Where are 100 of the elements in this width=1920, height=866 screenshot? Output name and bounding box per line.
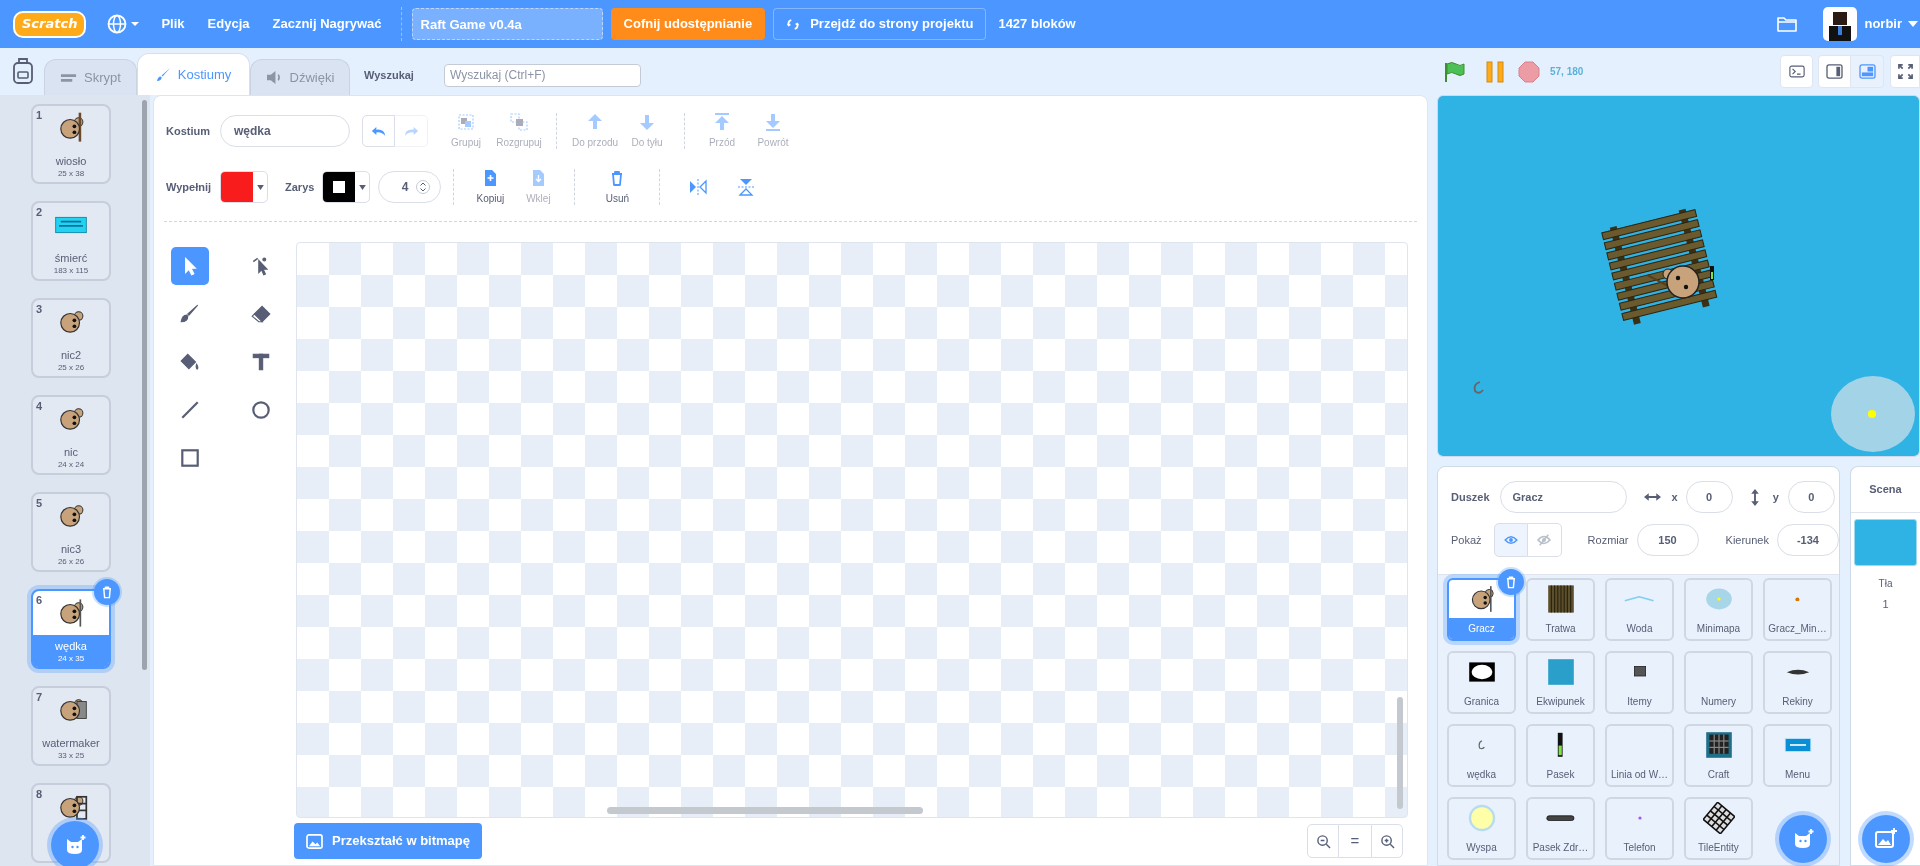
costume-tile[interactable]: 7 watermaker 33 x 25	[31, 686, 111, 766]
avatar-icon[interactable]	[1823, 7, 1858, 41]
sprite-name: Rekiny	[1782, 695, 1813, 709]
sprite-tile[interactable]: Tratwa	[1526, 578, 1595, 641]
costume-tile[interactable]: 3 nic2 25 x 26	[31, 298, 111, 378]
sprite-tile[interactable]: wędka	[1447, 724, 1516, 787]
eraser-icon	[250, 303, 272, 325]
horizontal-arrows-icon	[1643, 493, 1661, 501]
sprite-tile[interactable]: Pasek Zdr…	[1526, 797, 1595, 860]
globe-icon[interactable]	[107, 14, 142, 34]
vertical-arrows-icon	[1750, 488, 1759, 506]
search-label: Wyszukaj	[364, 67, 414, 83]
y-label: y	[1772, 489, 1779, 505]
costume-size: 25 x 26	[57, 361, 85, 373]
zoom-out-button[interactable]	[1307, 824, 1339, 858]
toolbar-button[interactable]: Usuń	[593, 168, 642, 206]
undo-button[interactable]	[362, 115, 395, 147]
sprite-tile[interactable]: Linia od W…	[1605, 724, 1674, 787]
costume-number: 4	[36, 399, 43, 414]
small-stage-icon	[1826, 64, 1843, 79]
flag-icon[interactable]	[1443, 60, 1465, 83]
sprite-tile[interactable]: Itemy	[1605, 651, 1674, 714]
fill-color-picker[interactable]	[220, 171, 269, 203]
costume-name: nic	[63, 444, 79, 459]
pause-icon[interactable]	[1485, 60, 1505, 83]
sprite-tile[interactable]: Granica	[1447, 651, 1516, 714]
dot-icon	[1637, 816, 1642, 820]
console-button[interactable]	[1780, 55, 1813, 88]
fullscreen-button[interactable]	[1890, 55, 1920, 88]
stage-size-button[interactable]	[1818, 55, 1851, 88]
sprite-name: Itemy	[1627, 695, 1652, 709]
sprite-tile[interactable]: Ekwipunek	[1526, 651, 1595, 714]
shark-icon	[1785, 668, 1810, 676]
costume-tile[interactable]: 5 nic3 26 x 26	[31, 492, 111, 572]
color-swatch	[221, 172, 254, 202]
costume-tile[interactable]: 4 nic 24 x 24	[31, 395, 111, 475]
paint-bucket-icon	[179, 351, 201, 373]
toolbar-button[interactable]: Kopiuj	[466, 168, 515, 206]
bar-icon	[1546, 814, 1575, 822]
stepper-icon[interactable]	[416, 178, 431, 196]
sprite-tile[interactable]: Telefon	[1605, 797, 1674, 860]
costume-tile[interactable]: 2 śmierć 183 x 115	[31, 201, 111, 281]
caret-icon	[256, 184, 264, 190]
costume-size: 183 x 115	[53, 264, 89, 276]
size-label: Rozmiar	[1587, 532, 1629, 548]
costume-tile[interactable]: 1 wiosło 25 x 38	[31, 104, 111, 184]
sprite-name-field[interactable]: Gracz	[1499, 481, 1627, 513]
sprite-tile[interactable]: Gracz_Min…	[1763, 578, 1832, 641]
costume-name: wiosło	[55, 153, 87, 168]
sprite-name: Gracz_Min…	[1768, 622, 1827, 636]
search-field[interactable]: Wyszukaj (Ctrl+F)	[443, 63, 641, 87]
zoom-in-button[interactable]	[1371, 824, 1403, 858]
game-stage-drawing[interactable]	[1438, 96, 1919, 456]
stop-icon[interactable]	[1518, 60, 1540, 83]
flip-horizontal-icon[interactable]	[688, 177, 709, 197]
bar-icon	[1557, 732, 1564, 758]
delete-button[interactable]	[94, 579, 120, 605]
add-sprite-button[interactable]	[1779, 815, 1827, 863]
sprite-label: Duszek	[1451, 489, 1490, 505]
sprite-name: Tratwa	[1545, 622, 1576, 636]
undo-icon	[370, 125, 387, 137]
tool-button[interactable]	[171, 247, 209, 285]
sprite-tile[interactable]: Minimapa	[1684, 578, 1753, 641]
sprite-tile[interactable]: Wyspa	[1447, 797, 1516, 860]
scrollbar[interactable]	[1397, 697, 1403, 809]
costume-name: watermaker	[42, 735, 100, 750]
sprite-tile[interactable]: Craft	[1684, 724, 1753, 787]
costume-name-field[interactable]: wędka	[220, 115, 350, 147]
sprite-name: Wyspa	[1466, 841, 1497, 855]
sprite-name: TileEntity	[1698, 841, 1739, 855]
costume-number: 2	[36, 205, 43, 220]
costume-tile[interactable]: 6 wędka 24 x 35	[31, 589, 111, 669]
sprite-name: Craft	[1707, 768, 1730, 782]
caret-icon[interactable]	[1908, 21, 1918, 27]
scrollbar[interactable]	[607, 807, 923, 814]
sprite-tile[interactable]: Pasek	[1526, 724, 1595, 787]
sprite-tile[interactable]: Numery	[1684, 651, 1753, 714]
flip-vertical-icon[interactable]	[736, 177, 757, 197]
zoom-reset-button[interactable]: =	[1339, 824, 1371, 858]
sprite-tile[interactable]: Woda	[1605, 578, 1674, 641]
sprite-tile[interactable]: Menu	[1763, 724, 1832, 787]
sprite-name: wędka	[1467, 768, 1496, 782]
sprite-name: Granica	[1464, 695, 1499, 709]
stage-title: Scena	[1869, 482, 1902, 498]
speaker-icon	[265, 70, 283, 85]
sprite-name: Pasek Zdr…	[1532, 841, 1589, 855]
costume-size: 33 x 25	[57, 749, 85, 761]
terminal-icon	[1788, 65, 1805, 78]
color-swatch	[323, 172, 356, 202]
sprite-name: Numery	[1701, 695, 1736, 709]
backdrop-thumbnail[interactable]	[1854, 519, 1917, 566]
sprite-tile[interactable]: TileEntity	[1684, 797, 1753, 860]
sprite-tile[interactable]: Rekiny	[1763, 651, 1832, 714]
visibility-toggle[interactable]	[1527, 523, 1562, 557]
costume-name: śmierć	[54, 250, 88, 265]
folder-icon[interactable]	[1776, 15, 1799, 33]
add-backdrop-button[interactable]	[1862, 815, 1910, 863]
dot-icon	[1795, 596, 1800, 602]
visibility-toggle[interactable]	[1493, 523, 1528, 557]
outline-color-picker[interactable]	[322, 171, 371, 203]
